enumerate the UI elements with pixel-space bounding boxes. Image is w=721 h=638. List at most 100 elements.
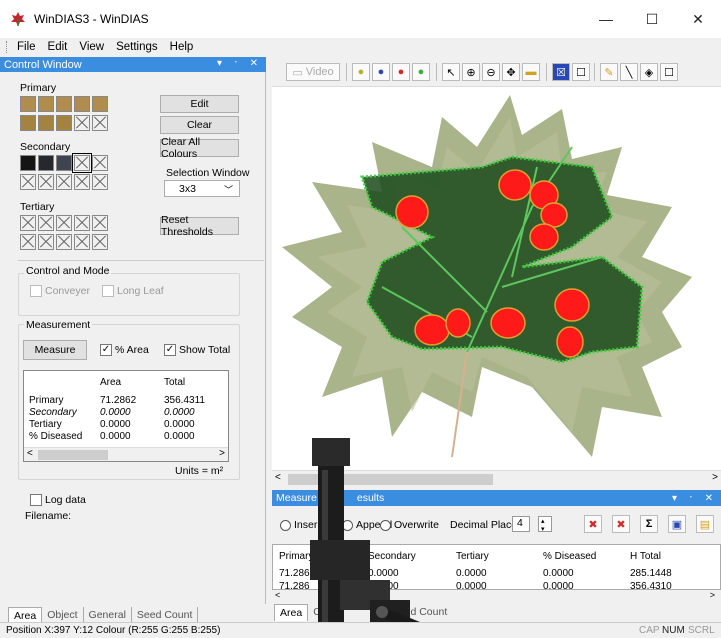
clear-all-colours-button[interactable]: Clear All Colours <box>160 136 239 160</box>
primary-swatch-empty-10[interactable] <box>92 115 108 131</box>
tertiary-swatch-4[interactable] <box>74 215 90 231</box>
measure-button[interactable]: Measure <box>23 340 87 360</box>
menu-edit[interactable]: Edit <box>48 41 68 53</box>
scroll-right-icon[interactable]: > <box>712 472 718 483</box>
reset-thresholds-button[interactable]: Reset Thresholds <box>160 214 239 238</box>
secondary-swatch-empty-5[interactable] <box>92 155 108 171</box>
log-data-checkbox[interactable]: Log data <box>30 494 86 506</box>
long-leaf-checkbox[interactable]: Long Leaf <box>102 285 164 297</box>
minimize-button[interactable]: — <box>583 0 629 38</box>
app-leaf-icon <box>11 12 25 26</box>
secondary-swatch-empty-6[interactable] <box>20 174 36 190</box>
row-area: 71.2862 <box>100 395 137 406</box>
conveyer-checkbox[interactable]: Conveyer <box>30 285 90 297</box>
delete-all-icon[interactable]: ✖ <box>612 515 630 533</box>
green-leaf-icon[interactable]: ● <box>412 63 430 81</box>
delete-row-icon[interactable]: ✖ <box>584 515 602 533</box>
scroll-left-icon[interactable]: < <box>275 472 281 483</box>
show-total-checkbox[interactable]: ✓ Show Total <box>164 344 230 356</box>
tertiary-swatch-1[interactable] <box>20 215 36 231</box>
row-total: 356.4311 <box>164 395 205 406</box>
pan-icon[interactable]: ✥ <box>502 63 520 81</box>
menu-help[interactable]: Help <box>170 41 194 53</box>
secondary-swatch-1[interactable] <box>20 155 36 171</box>
control-window-pin-close[interactable]: ▾ ᛫ ✕ <box>217 58 262 69</box>
tertiary-swatch-5[interactable] <box>92 215 108 231</box>
show-total-label: Show Total <box>179 344 231 356</box>
primary-swatch-4[interactable] <box>74 96 90 112</box>
clear-button[interactable]: Clear <box>160 116 239 134</box>
camera-icon: ▭ <box>292 66 303 79</box>
tertiary-swatch-8[interactable] <box>56 234 72 250</box>
frame-icon[interactable]: ☐ <box>660 63 678 81</box>
pencil-icon[interactable]: ✎ <box>600 63 618 81</box>
scroll-left-icon[interactable]: < <box>275 590 280 600</box>
zoom-in-icon[interactable]: ⊕ <box>462 63 480 81</box>
row-total: 0.0000 <box>164 407 195 418</box>
scroll-left-icon[interactable]: < <box>27 448 33 459</box>
ruler-icon[interactable]: ▬ <box>522 63 540 81</box>
rectangle-icon[interactable]: ☐ <box>572 63 590 81</box>
primary-swatch-6[interactable] <box>20 115 36 131</box>
video-button[interactable]: ▭ Video <box>286 63 340 81</box>
menu-view[interactable]: View <box>79 41 104 53</box>
checkbox-box <box>102 285 114 297</box>
row-area: 0.0000 <box>100 419 131 430</box>
primary-swatch-7[interactable] <box>38 115 54 131</box>
export-icon[interactable]: ▤ <box>696 515 714 533</box>
tertiary-swatch-7[interactable] <box>38 234 54 250</box>
maximize-button[interactable]: ☐ <box>629 0 675 38</box>
secondary-leaf-icon[interactable]: ● <box>372 63 390 81</box>
scroll-thumb[interactable] <box>38 450 108 460</box>
tertiary-swatch-2[interactable] <box>38 215 54 231</box>
primary-swatch-2[interactable] <box>38 96 54 112</box>
secondary-swatch-empty-7[interactable] <box>38 174 54 190</box>
primary-leaf-icon[interactable]: ● <box>352 63 370 81</box>
secondary-swatch-3[interactable] <box>56 155 72 171</box>
primary-swatch-8[interactable] <box>56 115 72 131</box>
select-rect-icon[interactable]: ☒ <box>552 63 570 81</box>
tertiary-leaf-icon[interactable]: ● <box>392 63 410 81</box>
pct-area-checkbox[interactable]: ✓% Area <box>100 344 149 356</box>
tertiary-swatch-9[interactable] <box>74 234 90 250</box>
primary-swatch-3[interactable] <box>56 96 72 112</box>
cell: 0.0000 <box>543 581 574 589</box>
row-total: 0.0000 <box>164 431 195 442</box>
menu-file[interactable]: File <box>17 41 36 53</box>
selection-window-select[interactable]: 3x3 ﹀ <box>164 180 240 197</box>
table-row: % Diseased 0.0000 0.0000 <box>24 431 228 443</box>
toolbar-separator <box>346 63 347 81</box>
table-row: Secondary 0.0000 0.0000 <box>24 407 228 419</box>
edit-button[interactable]: Edit <box>160 95 239 113</box>
tertiary-swatch-10[interactable] <box>92 234 108 250</box>
secondary-swatch-empty-8[interactable] <box>56 174 72 190</box>
tertiary-swatch-3[interactable] <box>56 215 72 231</box>
table-header: Area Total <box>24 377 228 389</box>
primary-swatch-empty-9[interactable] <box>74 115 90 131</box>
secondary-swatch-selected[interactable] <box>72 153 92 173</box>
table-hscrollbar[interactable]: < > <box>24 447 228 461</box>
secondary-swatch-empty-10[interactable] <box>92 174 108 190</box>
menu-settings[interactable]: Settings <box>116 41 158 53</box>
close-button[interactable]: ✕ <box>675 0 721 38</box>
results-pin-close[interactable]: ▾ ᛫ ✕ <box>672 493 717 504</box>
tertiary-swatch-6[interactable] <box>20 234 36 250</box>
secondary-swatch-empty-9[interactable] <box>74 174 90 190</box>
primary-swatch-1[interactable] <box>20 96 36 112</box>
primary-swatch-5[interactable] <box>92 96 108 112</box>
leaf-image-view[interactable] <box>272 87 721 470</box>
row-label: % Diseased <box>29 431 83 442</box>
fill-icon[interactable]: ◈ <box>640 63 658 81</box>
table-row: Primary 71.2862 356.4311 <box>24 395 228 407</box>
line-icon[interactable]: ╲ <box>620 63 638 81</box>
decimal-stepper[interactable]: ▴ ▾ <box>538 516 552 533</box>
sum-icon[interactable]: Σ <box>640 515 658 533</box>
pointer-icon[interactable]: ↖ <box>442 63 460 81</box>
save-icon[interactable]: ▣ <box>668 515 686 533</box>
zoom-out-icon[interactable]: ⊖ <box>482 63 500 81</box>
decimal-places-input[interactable]: 4 <box>512 516 530 532</box>
control-window-title: Control Window <box>4 58 82 71</box>
secondary-swatch-2[interactable] <box>38 155 54 171</box>
scroll-right-icon[interactable]: > <box>710 590 715 600</box>
scroll-right-icon[interactable]: > <box>219 448 225 459</box>
